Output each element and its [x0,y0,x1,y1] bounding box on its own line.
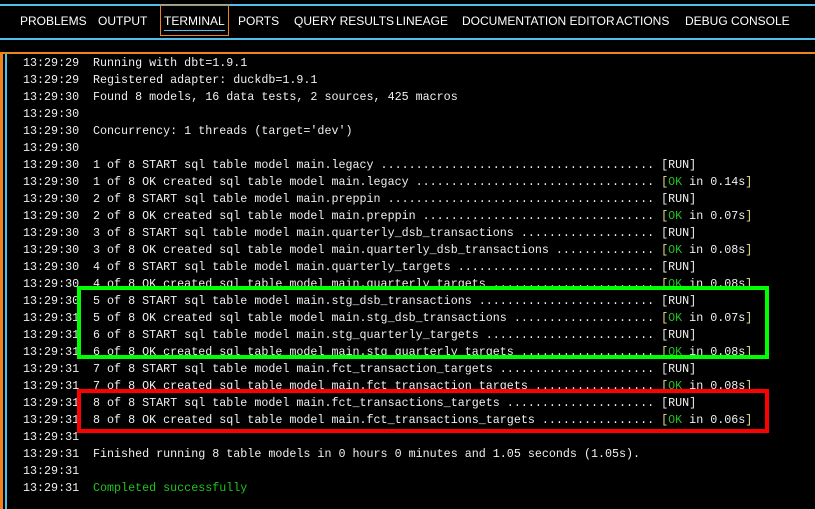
tab-label: OUTPUT [98,14,148,28]
status-badge: [RUN] [661,192,697,206]
terminal-panel[interactable]: 13:29:29 Running with dbt=1.9.1 13:29:29 Re… [0,52,815,509]
tab-documentation-editor[interactable]: DOCUMENTATION EDITOR [462,14,615,28]
terminal-line: 13:29:31 Finished running 8 table models … [23,446,752,463]
tab-label: TERMINAL [164,14,225,31]
timestamp: 13:29:30 [23,158,80,172]
log-message: Completed successfully [93,481,248,495]
timestamp: 13:29:30 [23,226,80,240]
status-badge: [RUN] [661,362,697,376]
ok-status: OK [668,243,683,257]
tab-ports[interactable]: PORTS [238,14,279,28]
terminal-line: 13:29:31 7 of 8 START sql table model mai… [23,361,752,378]
terminal-line: 13:29:30 [23,106,752,123]
tab-problems[interactable]: PROBLEMS [20,14,87,28]
terminal-line: 13:29:30 2 of 8 OK created sql table mode… [23,208,752,225]
tab-actions[interactable]: ACTIONS [616,14,669,28]
terminal-line: 13:29:29 Registered adapter: duckdb=1.9.1 [23,72,752,89]
dot-leader: ................................. [415,209,662,223]
dot-leader: .................................. [408,175,662,189]
duration: in 0.07s [682,209,746,223]
tab-label: DOCUMENTATION EDITOR [462,14,615,28]
timestamp: 13:29:31 [23,464,80,478]
tab-terminal[interactable]: TERMINAL [160,5,229,36]
tab-query-results[interactable]: QUERY RESULTS [294,14,394,28]
log-message: 3 of 8 START sql table model main.quarte… [93,226,514,240]
tab-label: LINEAGE [396,14,449,28]
timestamp: 13:29:29 [23,73,80,87]
timestamp: 13:29:30 [23,175,80,189]
terminal-line: 13:29:31 Completed successfully [23,480,752,497]
terminal-line: 13:29:30 1 of 8 OK created sql table mode… [23,174,752,191]
terminal-line: 13:29:30 1 of 8 START sql table model mai… [23,157,752,174]
terminal-line: 13:29:29 Running with dbt=1.9.1 [23,55,752,72]
log-message: 3 of 8 OK created sql table model main.q… [93,243,549,257]
log-message: 1 of 8 START sql table model main.legacy [93,158,374,172]
timestamp: 13:29:30 [23,107,80,121]
ok-status: OK [668,175,683,189]
tab-lineage[interactable]: LINEAGE [396,14,448,28]
dot-leader: ...................... [492,362,662,376]
panel-top-border [0,4,815,6]
run-status: RUN [668,226,690,240]
terminal-line: 13:29:31 [23,463,752,480]
log-message: 4 of 8 START sql table model main.quarte… [93,260,451,274]
log-message: Found 8 models, 16 data tests, 2 sources… [93,90,458,104]
log-message: 2 of 8 START sql table model main.preppi… [93,192,381,206]
timestamp: 13:29:30 [23,192,80,206]
log-message: 7 of 8 START sql table model main.fct_tr… [93,362,493,376]
duration: in 0.14s [682,175,746,189]
dot-leader: ................... [513,226,662,240]
log-message: 1 of 8 OK created sql table model main.l… [93,175,409,189]
dot-leader: .............. [548,243,662,257]
timestamp: 13:29:30 [23,124,80,138]
log-message: 2 of 8 OK created sql table model main.p… [93,209,416,223]
tab-debug-console[interactable]: DEBUG CONSOLE [685,14,790,28]
terminal-line: 13:29:30 Concurrency: 1 threads (target='… [23,123,752,140]
timestamp: 13:29:30 [23,141,80,155]
run-status: RUN [668,260,690,274]
tab-label: ACTIONS [616,14,670,28]
log-message: Finished running 8 table models in 0 hou… [93,447,641,461]
timestamp: 13:29:30 [23,260,80,274]
status-badge: [OK in 0.08s] [661,243,753,257]
tab-bar-bottom-border [0,38,815,40]
timestamp: 13:29:30 [23,243,80,257]
log-message: Running with dbt=1.9.1 [93,56,248,70]
timestamp: 13:29:31 [23,447,80,461]
ok-status: OK [668,209,683,223]
terminal-line: 13:29:30 [23,140,752,157]
timestamp: 13:29:30 [23,209,80,223]
tab-label: PROBLEMS [20,14,87,28]
tab-label: QUERY RESULTS [294,14,395,28]
red-highlight-box [77,389,769,433]
dot-leader: ....................................... [373,158,662,172]
tab-label: DEBUG CONSOLE [685,14,790,28]
status-badge: [OK in 0.07s] [661,209,753,223]
tab-output[interactable]: OUTPUT [98,14,147,28]
timestamp: 13:29:31 [23,481,80,495]
terminal-left-border [5,54,7,509]
green-highlight-box [77,286,769,359]
duration: in 0.08s [682,243,746,257]
terminal-line: 13:29:30 2 of 8 START sql table model mai… [23,191,752,208]
dot-leader: ...................................... [380,192,662,206]
log-message: Concurrency: 1 threads (target='dev') [93,124,353,138]
timestamp: 13:29:29 [23,56,80,70]
run-status: RUN [668,158,690,172]
dot-leader: ............................ [450,260,662,274]
run-status: RUN [668,192,690,206]
run-status: RUN [668,362,690,376]
log-message: Registered adapter: duckdb=1.9.1 [93,73,318,87]
status-badge: [RUN] [661,260,697,274]
terminal-line: 13:29:30 3 of 8 START sql table model mai… [23,225,752,242]
terminal-line: 13:29:30 4 of 8 START sql table model mai… [23,259,752,276]
terminal-line: 13:29:30 3 of 8 OK created sql table mode… [23,242,752,259]
timestamp: 13:29:31 [23,362,80,376]
terminal-line: 13:29:30 Found 8 models, 16 data tests, 2… [23,89,752,106]
status-badge: [RUN] [661,226,697,240]
tab-label: PORTS [238,14,280,28]
status-badge: [OK in 0.14s] [661,175,753,189]
timestamp: 13:29:30 [23,90,80,104]
status-badge: [RUN] [661,158,697,172]
